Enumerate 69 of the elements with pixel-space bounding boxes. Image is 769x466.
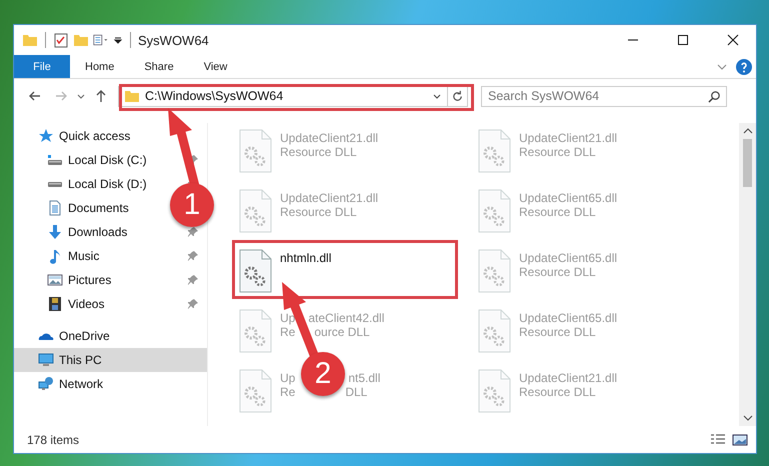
- folder-icon: [124, 88, 140, 104]
- back-arrow-icon[interactable]: [28, 89, 42, 103]
- search-field[interactable]: Search SysWOW64: [481, 86, 727, 106]
- sidebar-item[interactable]: Downloads: [47, 220, 130, 244]
- scrollbar-thumb[interactable]: [743, 139, 752, 187]
- sidebar-item[interactable]: Music: [47, 244, 102, 268]
- ribbon-tab[interactable]: Share: [129, 55, 189, 78]
- file-type: Re: [280, 385, 296, 399]
- ribbon-tab[interactable]: View: [188, 55, 242, 78]
- file-tab[interactable]: File: [14, 55, 70, 78]
- picture-icon: [47, 272, 63, 288]
- sidebar-item[interactable]: This PC: [14, 348, 207, 372]
- file-type: Re: [280, 325, 296, 339]
- window-title: SysWOW64: [138, 32, 209, 48]
- sidebar-item[interactable]: Documents: [47, 196, 131, 220]
- chevron-down-icon[interactable]: [742, 415, 752, 421]
- file-type: Resource DLL: [519, 325, 596, 339]
- music-note-icon: [47, 248, 63, 264]
- file-type: Resource DLL: [519, 145, 596, 159]
- item-count: 178 items: [27, 432, 80, 446]
- pin-icon[interactable]: [188, 227, 198, 237]
- file-type: Resource DLL: [519, 265, 596, 279]
- details-view-icon[interactable]: [710, 432, 726, 446]
- maximize-icon: [677, 34, 689, 46]
- address-field[interactable]: C:\Windows\SysWOW64: [118, 86, 448, 106]
- drive-icon: [47, 182, 63, 186]
- sidebar-item[interactable]: Local Disk (D:): [47, 172, 149, 196]
- sidebar-item[interactable]: Videos: [47, 292, 106, 316]
- refresh-icon: [451, 90, 464, 102]
- refresh-button[interactable]: [448, 86, 468, 106]
- file-type: Resource DLL: [519, 205, 596, 219]
- close-icon: [727, 34, 739, 46]
- cloud-icon: [38, 332, 54, 340]
- gear-file-icon[interactable]: [238, 249, 272, 293]
- star-icon: [38, 128, 54, 144]
- sidebar-item[interactable]: Pictures: [47, 268, 114, 292]
- dropdown-icon[interactable]: [113, 35, 123, 45]
- file-name: ateClient42.dll: [308, 311, 384, 325]
- down-arrow-icon: [47, 224, 63, 240]
- help-icon[interactable]: [736, 58, 752, 74]
- film-icon: [47, 296, 63, 312]
- file-type: Resource DLL: [519, 385, 596, 399]
- ribbon-tab[interactable]: Home: [70, 55, 130, 78]
- pin-icon[interactable]: [188, 251, 198, 261]
- network-icon: [38, 376, 54, 392]
- large-icons-view-icon[interactable]: [732, 432, 748, 446]
- sidebar-item[interactable]: OneDrive: [38, 324, 112, 348]
- sidebar-item[interactable]: Network: [38, 372, 106, 396]
- up-arrow-icon[interactable]: [94, 89, 108, 103]
- scrollbar[interactable]: [739, 123, 756, 426]
- file-name: Up: [280, 371, 296, 385]
- document-icon: [47, 200, 63, 216]
- file-type: Resource DLL: [280, 145, 357, 159]
- properties-icon[interactable]: [93, 32, 109, 48]
- file-type: Resource DLL: [280, 205, 357, 219]
- chevron-up-icon[interactable]: [742, 128, 752, 134]
- file-name: Up: [280, 311, 296, 325]
- file-type: ource DLL: [314, 325, 370, 339]
- search-icon[interactable]: [708, 90, 721, 102]
- file-name[interactable]: nhtmln.dll: [280, 251, 332, 265]
- checklist-icon[interactable]: [53, 32, 69, 48]
- monitor-icon: [38, 352, 54, 368]
- sidebar-item[interactable]: Local Disk (C:): [47, 148, 149, 172]
- sidebar-item[interactable]: Quick access: [38, 124, 132, 148]
- pin-icon[interactable]: [188, 275, 198, 285]
- pin-icon[interactable]: [188, 299, 198, 309]
- file-name: nt5.dll: [348, 371, 380, 385]
- file-type: DLL: [345, 385, 368, 399]
- drive-icon: [47, 154, 63, 166]
